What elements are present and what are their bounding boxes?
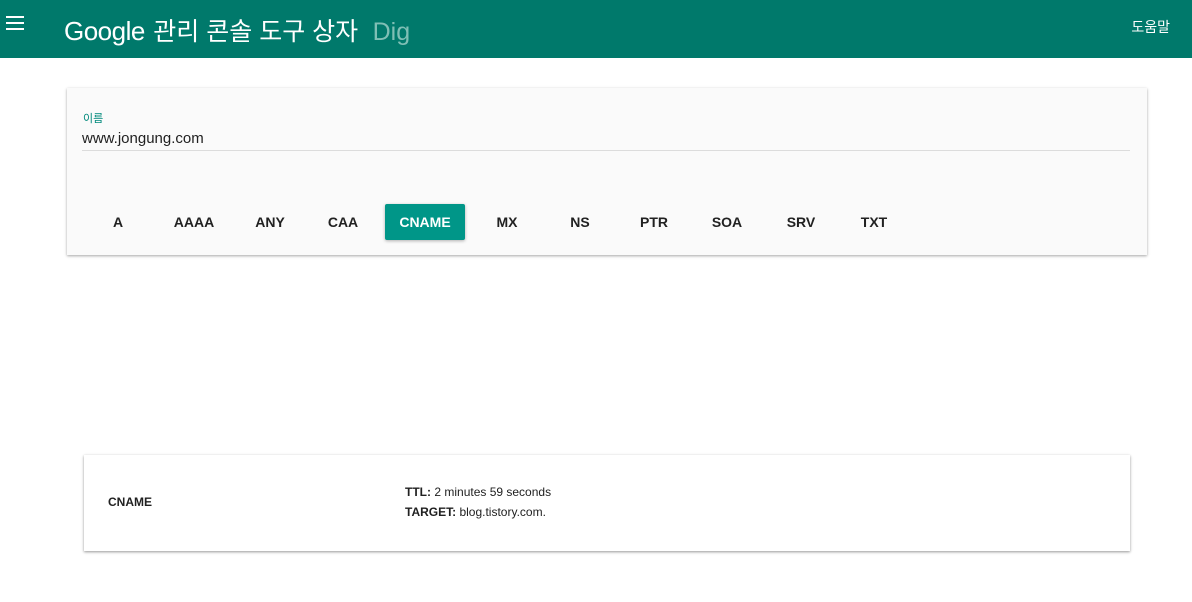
brand-google: Google [64, 16, 145, 46]
brand-title: 관리 콘솔 도구 상자 [153, 18, 359, 46]
record-type-soa-button[interactable]: SOA [691, 204, 763, 240]
brand-tool-name: Dig [372, 18, 411, 46]
record-type-cname-button[interactable]: CNAME [385, 204, 465, 240]
name-field-label: 이름 [83, 113, 104, 125]
query-card: 이름 AAAAAANYCAACNAMEMXNSPTRSOASRVTXT [67, 88, 1147, 255]
target-label: TARGET: [405, 505, 457, 519]
hamburger-menu-icon[interactable] [6, 16, 24, 30]
record-type-aaaa-button[interactable]: AAAA [157, 204, 231, 240]
record-type-ptr-button[interactable]: PTR [617, 204, 691, 240]
help-link[interactable]: 도움말 [1131, 17, 1170, 37]
record-type-selector: A AAAA ANY CAA CNAME MX NS PTR SOA SRV TXT [67, 204, 1147, 240]
result-target: TARGET: blog.tistory.com. [405, 505, 546, 519]
record-type-caa-button[interactable]: CAA [307, 204, 379, 240]
record-type-ns-button[interactable]: NS [545, 204, 615, 240]
result-ttl: TTL: 2 minutes 59 seconds [405, 485, 551, 499]
record-type-a-button[interactable]: A [83, 204, 153, 240]
name-input[interactable] [82, 126, 1130, 151]
target-value: blog.tistory.com. [459, 505, 546, 519]
ttl-label: TTL: [405, 485, 431, 499]
record-type-srv-button[interactable]: SRV [765, 204, 837, 240]
record-type-any-button[interactable]: ANY [233, 204, 307, 240]
app-brand: Google 관리 콘솔 도구 상자 Dig [64, 14, 410, 48]
result-card: CNAME TTL: 2 minutes 59 seconds TARGET: … [84, 455, 1130, 551]
record-type-txt-button[interactable]: TXT [839, 204, 909, 240]
ttl-value: 2 minutes 59 seconds [434, 485, 552, 499]
result-record-type: CNAME [108, 495, 152, 509]
top-app-bar: Google 관리 콘솔 도구 상자 Dig 도움말 [0, 0, 1192, 58]
record-type-mx-button[interactable]: MX [471, 204, 543, 240]
